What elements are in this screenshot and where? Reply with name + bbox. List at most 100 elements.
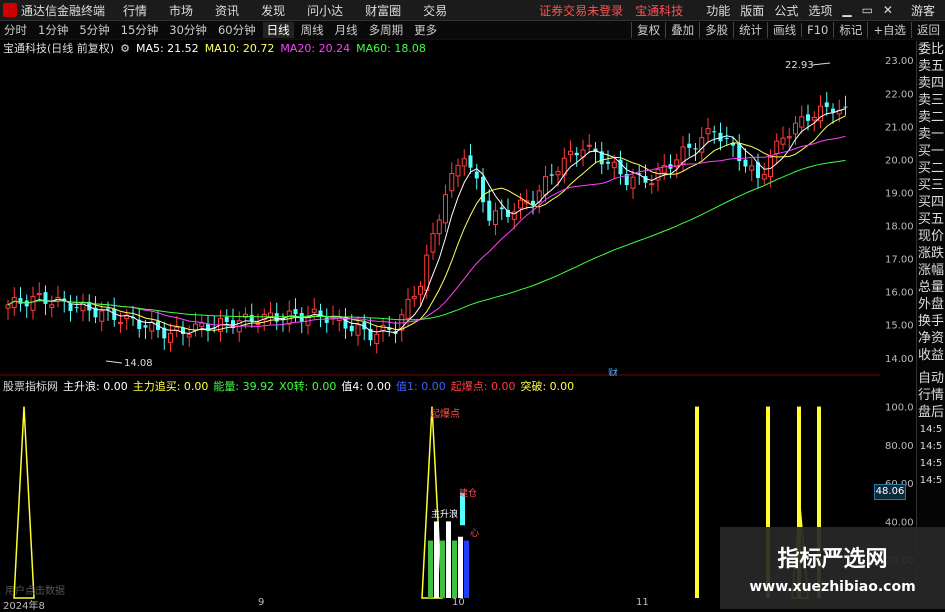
menu-gongneng[interactable]: 功能 (706, 2, 730, 19)
candle (712, 125, 717, 144)
indicator-tick-0: 100.0 (885, 403, 914, 414)
menu-faxian[interactable]: 发现 (261, 2, 285, 19)
menu-zixun[interactable]: 资讯 (215, 2, 239, 19)
candle (374, 325, 380, 354)
candle (749, 158, 755, 182)
rp-panhou[interactable]: 盘后 (917, 404, 945, 421)
tool-fanhui[interactable]: 返回 (911, 22, 945, 38)
candle (474, 163, 479, 190)
candle (199, 315, 205, 338)
tool-tongji[interactable]: 统计 (733, 22, 767, 38)
candle (131, 305, 135, 326)
tool-diejia[interactable]: 叠加 (665, 22, 699, 38)
price-tick-1: 22.00 (885, 89, 914, 100)
period-60min[interactable]: 60分钟 (214, 22, 260, 38)
period-fenshi[interactable]: 分时 (0, 22, 31, 38)
price-tick-0: 23.00 (885, 56, 914, 67)
price-tick-7: 16.00 (885, 288, 914, 299)
candle (411, 285, 417, 308)
period-30min[interactable]: 30分钟 (165, 22, 211, 38)
period-multi[interactable]: 多周期 (365, 22, 408, 38)
ma5-line (7, 108, 846, 335)
tool-duogu[interactable]: 多股 (699, 22, 733, 38)
candle (186, 325, 192, 347)
rp-mai5: 卖五 (917, 59, 944, 74)
indicator-info-line: 股票指标网 主升浪: 0.00 主力追买: 0.00 能量: 39.92 X0转… (0, 379, 945, 393)
maximize-icon[interactable]: ▭ (862, 3, 873, 17)
ind-zhi1: 值1: 0.00 (396, 380, 446, 393)
rp-time-2: 14:5 (919, 441, 943, 452)
ind-qibaodian: 起爆点: 0.00 (450, 380, 516, 393)
candle (524, 189, 530, 210)
ind-zhushenglang: 主升浪: 0.00 (63, 380, 128, 393)
period-more[interactable]: 更多 (410, 22, 441, 38)
minimize-icon[interactable]: ▁ (842, 3, 851, 17)
rp-jingzi: 净资 (917, 331, 944, 346)
candle (455, 158, 461, 188)
rp-hangqing[interactable]: 行情 (917, 387, 945, 404)
price-tick-3: 20.00 (885, 155, 914, 166)
price-tick-6: 17.00 (885, 255, 914, 266)
app-logo-icon (3, 3, 17, 17)
rp-time-1: 14:5 (919, 424, 943, 435)
rp-zidong[interactable]: 自动 (917, 370, 945, 387)
candle (705, 117, 711, 142)
menu-xuanxiang[interactable]: 选项 (808, 2, 832, 19)
period-1min[interactable]: 1分钟 (34, 22, 72, 38)
x-label-sep: 9 (258, 597, 265, 608)
candle (68, 295, 73, 322)
tool-fuquan[interactable]: 复权 (631, 22, 665, 38)
menu-shichang[interactable]: 市场 (169, 2, 193, 19)
bottom-note: 用户点击数据 (5, 584, 65, 597)
menu-gongshi[interactable]: 公式 (774, 2, 798, 19)
candle (737, 134, 742, 171)
menu-wenxiaoda[interactable]: 问小达 (307, 2, 343, 19)
rp-mai2b: 买二 (917, 161, 944, 176)
guest-button[interactable]: 游客 (911, 2, 935, 19)
candle (786, 127, 792, 149)
period-toolbar: 分时 1分钟 5分钟 15分钟 30分钟 60分钟 日线 周线 月线 多周期 更… (0, 21, 945, 40)
candle (699, 127, 705, 161)
rp-zhangfu: 涨幅 (917, 263, 944, 278)
menu-banmian[interactable]: 版面 (740, 2, 764, 19)
close-icon[interactable]: ✕ (883, 3, 893, 17)
x-label-oct: 10 (452, 597, 465, 608)
candle (756, 153, 760, 189)
candle (268, 301, 273, 325)
price-tick-9: 14.00 (885, 354, 914, 365)
energy-bar (452, 540, 457, 598)
period-monthly[interactable]: 月线 (331, 22, 362, 38)
finance-marker[interactable]: 财 (608, 367, 618, 376)
candlestick-chart[interactable]: 22.93 14.08 财 (0, 41, 880, 376)
candle (193, 312, 198, 337)
period-5min[interactable]: 5分钟 (75, 22, 113, 38)
menu-jiaoyi[interactable]: 交易 (423, 2, 447, 19)
tool-biaoji[interactable]: 标记 (833, 22, 867, 38)
title-bar: 通达信金融终端 行情 市场 资讯 发现 问小达 财富圈 交易 证券交易未登录 宝… (0, 0, 945, 21)
menu-hangqing[interactable]: 行情 (123, 2, 147, 19)
period-weekly[interactable]: 周线 (297, 22, 328, 38)
candle (137, 309, 142, 338)
candle (324, 308, 329, 333)
tool-f10[interactable]: F10 (801, 23, 833, 37)
candle (780, 126, 786, 150)
candle (224, 309, 229, 333)
rp-mai3b: 买三 (917, 178, 944, 193)
candle (87, 294, 92, 322)
rp-time-3: 14:5 (919, 458, 943, 469)
rp-mai4: 卖四 (917, 76, 944, 91)
ind-x0zhuan: X0转: 0.00 (279, 380, 337, 393)
tool-huaxian[interactable]: 画线 (767, 22, 801, 38)
price-tick-5: 18.00 (885, 222, 914, 233)
period-daily[interactable]: 日线 (262, 22, 294, 38)
period-15min[interactable]: 15分钟 (117, 22, 163, 38)
candle (549, 163, 554, 185)
tool-zixuan[interactable]: +自选 (867, 22, 911, 38)
candle (443, 184, 448, 232)
menu-caifuquan[interactable]: 财富圈 (365, 2, 401, 19)
stock-link[interactable]: 宝通科技 (635, 2, 683, 19)
candle (536, 184, 542, 214)
candle (18, 287, 23, 312)
login-warning[interactable]: 证券交易未登录 (539, 2, 623, 19)
candle (49, 295, 55, 318)
